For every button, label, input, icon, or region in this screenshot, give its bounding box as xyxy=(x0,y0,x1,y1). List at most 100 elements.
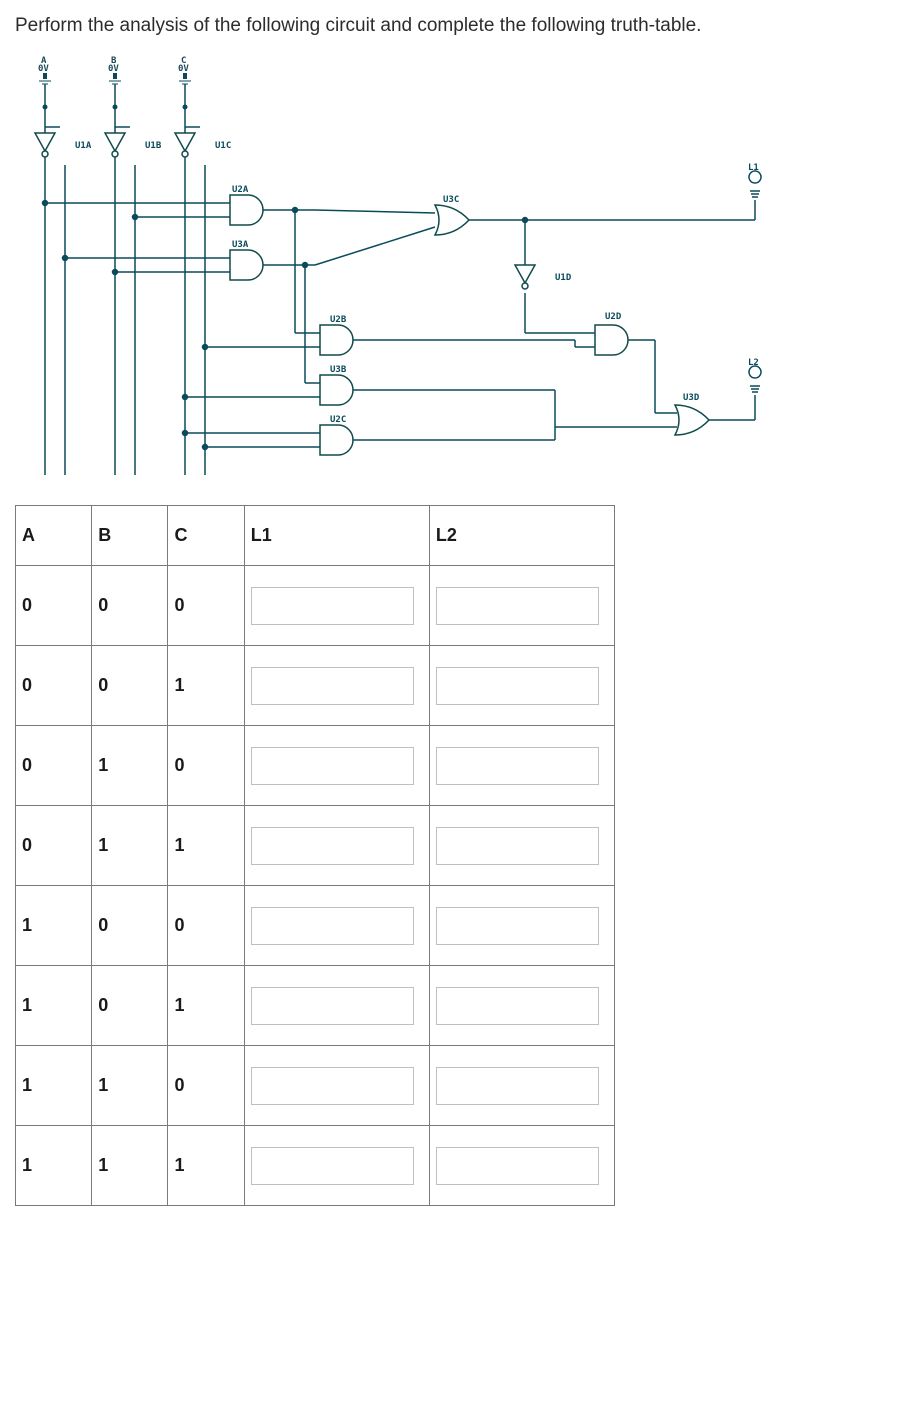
cell-b: 1 xyxy=(92,1126,168,1206)
label-l1: L1 xyxy=(748,163,759,173)
label-u2c: U2C xyxy=(330,415,346,425)
cell-c: 0 xyxy=(168,726,244,806)
cell-a: 1 xyxy=(16,886,92,966)
cell-c: 1 xyxy=(168,806,244,886)
cell-l2 xyxy=(429,566,614,646)
cell-l1 xyxy=(244,726,429,806)
cell-a: 1 xyxy=(16,1126,92,1206)
l2-answer-input[interactable] xyxy=(436,667,600,705)
svg-text:0V: 0V xyxy=(108,64,119,74)
cell-c: 0 xyxy=(168,886,244,966)
gate-u1d xyxy=(515,265,535,289)
cell-l2 xyxy=(429,886,614,966)
label-u1b: U1B xyxy=(145,141,162,151)
l1-answer-input[interactable] xyxy=(251,747,415,785)
cell-l1 xyxy=(244,646,429,726)
table-row: 010 xyxy=(16,726,615,806)
l2-answer-input[interactable] xyxy=(436,987,600,1025)
cell-a: 0 xyxy=(16,806,92,886)
cell-a: 0 xyxy=(16,726,92,806)
cell-c: 1 xyxy=(168,646,244,726)
l1-answer-input[interactable] xyxy=(251,827,415,865)
cell-c: 1 xyxy=(168,966,244,1046)
cell-l2 xyxy=(429,1126,614,1206)
label-u1c: U1C xyxy=(215,141,231,151)
svg-text:0V: 0V xyxy=(178,64,189,74)
l1-answer-input[interactable] xyxy=(251,587,415,625)
svg-text:0V: 0V xyxy=(38,64,49,74)
l2-answer-input[interactable] xyxy=(436,587,600,625)
label-u1d: U1D xyxy=(555,273,572,283)
gate-u1b xyxy=(105,133,125,157)
l1-answer-input[interactable] xyxy=(251,987,415,1025)
table-row: 101 xyxy=(16,966,615,1046)
label-l2: L2 xyxy=(748,358,759,368)
cell-l2 xyxy=(429,646,614,726)
cell-l1 xyxy=(244,1126,429,1206)
col-l2: L2 xyxy=(429,506,614,566)
gate-u2d xyxy=(595,325,628,355)
table-row: 001 xyxy=(16,646,615,726)
label-u3b: U3B xyxy=(330,365,347,375)
table-row: 110 xyxy=(16,1046,615,1126)
cell-l2 xyxy=(429,726,614,806)
gate-u2b xyxy=(320,325,353,355)
cell-b: 1 xyxy=(92,1046,168,1126)
cell-l2 xyxy=(429,1046,614,1126)
cell-b: 1 xyxy=(92,726,168,806)
gate-u3b xyxy=(320,375,353,405)
cell-l1 xyxy=(244,806,429,886)
label-u2d: U2D xyxy=(605,312,622,322)
gate-u3a xyxy=(230,250,263,280)
source-c: C 0V xyxy=(178,56,191,110)
label-u3a: U3A xyxy=(232,240,249,250)
source-a: A 0V xyxy=(38,56,51,110)
label-u3d: U3D xyxy=(683,393,700,403)
l1-answer-input[interactable] xyxy=(251,1147,415,1185)
gate-u2a xyxy=(230,195,263,225)
l2-answer-input[interactable] xyxy=(436,907,600,945)
gate-u3c xyxy=(435,205,469,235)
l2-answer-input[interactable] xyxy=(436,1067,600,1105)
cell-l2 xyxy=(429,806,614,886)
l1-answer-input[interactable] xyxy=(251,667,415,705)
cell-l1 xyxy=(244,886,429,966)
table-header-row: A B C L1 L2 xyxy=(16,506,615,566)
gate-u2c xyxy=(320,425,353,455)
label-u2b: U2B xyxy=(330,315,347,325)
label-u3c: U3C xyxy=(443,195,459,205)
cell-a: 1 xyxy=(16,1046,92,1126)
cell-c: 0 xyxy=(168,566,244,646)
cell-a: 1 xyxy=(16,966,92,1046)
cell-b: 0 xyxy=(92,966,168,1046)
gate-u1a xyxy=(35,133,55,157)
cell-l1 xyxy=(244,1046,429,1126)
l1-answer-input[interactable] xyxy=(251,907,415,945)
cell-b: 1 xyxy=(92,806,168,886)
l2-answer-input[interactable] xyxy=(436,747,600,785)
col-c: C xyxy=(168,506,244,566)
cell-c: 1 xyxy=(168,1126,244,1206)
l1-answer-input[interactable] xyxy=(251,1067,415,1105)
output-l1 xyxy=(749,171,761,197)
gate-u3d xyxy=(675,405,709,435)
cell-c: 0 xyxy=(168,1046,244,1126)
label-u1a: U1A xyxy=(75,141,92,151)
question-prompt: Perform the analysis of the following ci… xyxy=(15,15,886,37)
cell-b: 0 xyxy=(92,646,168,726)
l2-answer-input[interactable] xyxy=(436,1147,600,1185)
col-a: A xyxy=(16,506,92,566)
table-row: 011 xyxy=(16,806,615,886)
l2-answer-input[interactable] xyxy=(436,827,600,865)
output-l2 xyxy=(749,366,761,392)
table-row: 000 xyxy=(16,566,615,646)
gate-u1c xyxy=(175,133,195,157)
cell-b: 0 xyxy=(92,886,168,966)
cell-l1 xyxy=(244,566,429,646)
label-u2a: U2A xyxy=(232,185,249,195)
col-b: B xyxy=(92,506,168,566)
table-row: 100 xyxy=(16,886,615,966)
truth-table: A B C L1 L2 000001010011100101110111 xyxy=(15,505,615,1206)
cell-l2 xyxy=(429,966,614,1046)
cell-b: 0 xyxy=(92,566,168,646)
